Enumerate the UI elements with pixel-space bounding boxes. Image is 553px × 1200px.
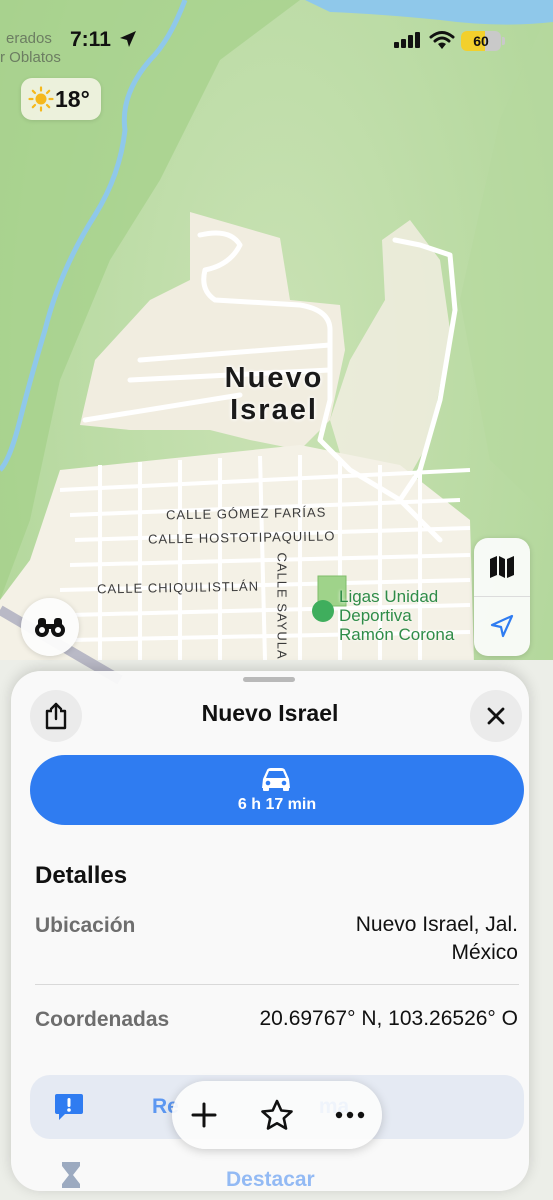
location-value-line: México [451,941,518,964]
details-divider [35,984,519,985]
favorite-button[interactable] [247,1081,307,1149]
directions-button[interactable]: 6 h 17 min [30,755,524,825]
location-value-line: Nuevo Israel, Jal. [355,913,518,936]
map-mode-button[interactable] [474,538,530,596]
status-time: 7:11 [70,28,111,51]
street-label: CALLE CHIQUILISTLÁN [96,578,260,597]
feature-label[interactable]: Destacar [226,1168,315,1191]
look-around-button[interactable] [21,598,79,656]
map-controls [474,538,530,656]
battery-level-text: 60 [473,33,489,49]
more-button[interactable] [320,1081,380,1149]
star-icon [261,1099,293,1130]
temperature-text: 18° [55,86,90,112]
poi-label-line: Deportiva [339,606,412,625]
coordinates-label: Coordenadas [35,1008,170,1031]
close-button[interactable] [470,690,522,742]
poi-label-line: Ramón Corona [339,625,455,644]
coordinates-value[interactable]: 20.69767° N, 103.26526° O [260,1005,519,1033]
current-location-button[interactable] [474,597,530,655]
poi-pin[interactable] [312,600,334,622]
details-heading: Detalles [35,862,128,889]
sun-icon [28,86,54,112]
place-name-line: Nuevo [224,362,324,394]
status-bar: 7:11 60 [0,0,553,70]
place-title: Nuevo Israel [201,700,339,726]
report-bubble-icon [55,1094,83,1120]
street-label: CALLE SAYULA [274,552,290,660]
weather-chip[interactable]: 18° [21,78,101,120]
location-value[interactable]: Nuevo Israel, Jal. México [356,911,518,967]
street-label: CALLE GÓMEZ FARÍAS [165,504,327,523]
location-arrow-icon [120,31,136,47]
map-icon [490,556,514,578]
place-name-line: Israel [230,394,318,426]
floating-toolbar [172,1081,382,1149]
poi-label-line: Ligas Unidad [339,587,439,606]
poi-label[interactable]: Ligas Unidad Deportiva Ramón Corona [339,587,454,644]
route-eta: 6 h 17 min [237,796,317,813]
share-button[interactable] [30,690,82,742]
ellipsis-icon [335,1111,365,1119]
sheet-grabber[interactable] [243,677,295,682]
plus-icon [191,1102,217,1128]
cellular-signal-icon [394,32,420,48]
add-button[interactable] [174,1081,234,1149]
wifi-icon [429,31,455,49]
location-label: Ubicación [35,914,136,937]
binoculars-icon [35,618,65,637]
car-icon [262,768,290,791]
location-arrow-icon [490,614,514,638]
battery-indicator: 60 [461,31,501,51]
battery-cap [502,37,505,45]
hourglass-icon [62,1162,80,1188]
place-name-label[interactable]: Nuevo Israel [212,362,336,426]
share-icon [45,702,67,730]
close-icon [487,707,505,725]
